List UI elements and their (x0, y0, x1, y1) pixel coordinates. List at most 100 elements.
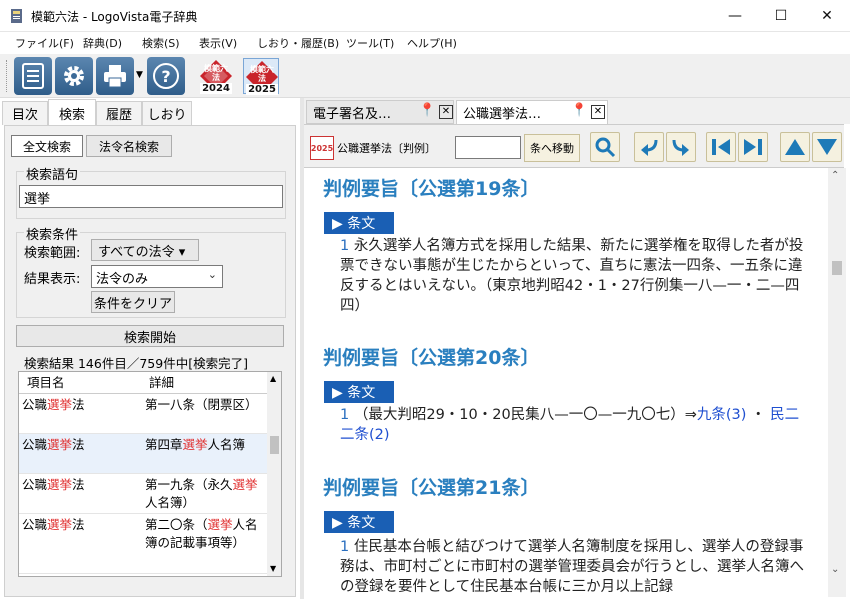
search-start-button[interactable]: 検索開始 (16, 325, 284, 347)
menu-bar: ファイル(F) 辞典(D) 検索(S) 表示(V) しおり・履歴(B) ツール(… (0, 32, 850, 54)
search-scope-dropdown[interactable]: すべての法令 ▾ (91, 239, 199, 261)
printer-icon (104, 65, 126, 88)
paragraph-number: 1 (340, 539, 350, 555)
result-display-label: 結果表示: (24, 272, 81, 287)
book-2025-button[interactable]: 模範六法 2025 (243, 58, 279, 95)
paragraph: 1 住民基本台帳と結びつけて選挙人名簿制度を採用し、選挙人の登録事務は、市町村ご… (340, 537, 810, 597)
tab-document-2-label: 公職選挙法… (463, 107, 542, 122)
skip-previous-icon (712, 139, 730, 155)
book-2024-button[interactable]: 模範六法 2024 (198, 58, 234, 94)
search-icon (595, 137, 616, 158)
row-item-name: 公職選挙法 (22, 437, 85, 452)
help-icon: ? (153, 63, 179, 89)
search-scope-label: 検索範囲: (24, 246, 81, 261)
crossref-link[interactable]: 九条(3) (697, 407, 747, 423)
document-button[interactable] (14, 57, 52, 95)
previous-item-button[interactable] (706, 132, 736, 162)
page-up-button[interactable] (780, 132, 810, 162)
article-jump-input[interactable] (455, 136, 521, 159)
row-item-name: 公職選挙法 (22, 397, 85, 412)
article-text-button[interactable]: ▶ 条文 (324, 212, 394, 234)
row-detail: 第一八条（閉票区） (145, 397, 258, 412)
menu-bookmarks-history[interactable]: しおり・履歴(B) (257, 35, 339, 51)
search-term-input[interactable]: 選挙 (19, 185, 283, 208)
return-right-icon (672, 139, 689, 156)
clear-conditions-button[interactable]: 条件をクリア (91, 291, 175, 313)
section-heading: 判例要旨〔公選第20条〕 (323, 347, 540, 369)
menu-tools[interactable]: ツール(T) (346, 35, 394, 51)
article-jump-button[interactable]: 条へ移動 (524, 134, 580, 162)
table-row[interactable]: 公職選挙法 第二〇条（選挙人名簿の記載事項等） (19, 514, 267, 574)
row-item-name: 公職選挙法 (22, 517, 85, 532)
table-row[interactable]: 公職選挙法 第四章選挙人名簿 (19, 434, 267, 474)
fulltext-search-button[interactable]: 全文検索 (11, 135, 83, 157)
paragraph-number: 1 (340, 238, 350, 254)
help-button[interactable]: ? (147, 57, 185, 95)
menu-dictionary[interactable]: 辞典(D) (83, 35, 122, 51)
scroll-down-icon[interactable]: ⌄ (831, 564, 839, 575)
tab-bookmarks[interactable]: しおり (142, 101, 192, 125)
settings-button[interactable] (55, 57, 93, 95)
row-detail: 第一九条（永久選挙人名簿） (145, 477, 258, 510)
minimize-button[interactable]: — (712, 0, 758, 32)
results-scrollbar[interactable]: ▲ ▼ (267, 372, 281, 576)
forward-button[interactable] (666, 132, 696, 162)
paragraph-text: （最大判昭29・10・20民集八—一〇—一九〇七）⇒ (353, 407, 697, 423)
page-down-button[interactable] (812, 132, 842, 162)
return-left-icon (641, 139, 658, 156)
paragraph-text: 住民基本台帳と結びつけて選挙人名簿制度を採用し、選挙人の登録事務は、市町村ごとに… (340, 539, 804, 595)
tab-document-1[interactable]: 電子署名及… 📍 ✕ (306, 100, 454, 124)
paragraph-number: 1 (340, 407, 350, 423)
result-display-select[interactable]: 法令のみ ⌄ (91, 265, 223, 288)
section-heading: 判例要旨〔公選第19条〕 (323, 178, 540, 200)
document-content: 判例要旨〔公選第19条〕 ▶ 条文 1 永久選挙人名簿方式を採用した結果、新たに… (304, 168, 826, 597)
app-icon (9, 8, 25, 24)
tab-search[interactable]: 検索 (48, 99, 96, 126)
results-scrollbar-thumb[interactable] (270, 436, 279, 454)
arrow-down-icon (817, 139, 837, 155)
back-button[interactable] (634, 132, 664, 162)
maximize-button[interactable]: ☐ (758, 0, 804, 32)
pin-icon[interactable]: 📍 (571, 103, 587, 118)
result-display-value: 法令のみ (96, 272, 149, 287)
gear-icon (64, 66, 84, 86)
scroll-down-icon[interactable]: ▼ (270, 564, 276, 573)
table-row[interactable]: 公職選挙法 第一八条（閉票区） (19, 394, 267, 434)
search-button[interactable] (590, 132, 620, 162)
print-dropdown-icon[interactable]: ▼ (136, 70, 143, 80)
chevron-down-icon: ⌄ (207, 268, 217, 281)
law-book-icon: 2025 (310, 136, 334, 160)
lawname-search-button[interactable]: 法令名検索 (86, 135, 172, 157)
row-detail: 第四章選挙人名簿 (145, 437, 246, 452)
section-heading: 判例要旨〔公選第21条〕 (323, 477, 540, 499)
paragraph-text: 永久選挙人名簿方式を採用した結果、新たに選挙権を取得した者が投票できない事態が生… (340, 238, 804, 314)
menu-help[interactable]: ヘルプ(H) (407, 35, 457, 51)
column-header-detail[interactable]: 詳細 (149, 374, 267, 392)
pin-icon[interactable]: 📍 (419, 103, 435, 118)
menu-view[interactable]: 表示(V) (199, 35, 237, 51)
results-header: 項目名 詳細 (19, 372, 267, 394)
article-text-button[interactable]: ▶ 条文 (324, 511, 394, 533)
close-tab-icon[interactable]: ✕ (591, 105, 605, 119)
print-button[interactable] (96, 57, 134, 95)
column-header-item[interactable]: 項目名 (27, 374, 145, 392)
next-item-button[interactable] (738, 132, 768, 162)
document-toolbar: 2025 公職選挙法〔判例〕 条へ移動 (304, 124, 844, 168)
tab-document-2[interactable]: 公職選挙法… 📍 ✕ (456, 100, 608, 124)
skip-next-icon (744, 139, 762, 155)
tab-history[interactable]: 履歴 (96, 101, 142, 125)
menu-file[interactable]: ファイル(F) (15, 35, 74, 51)
content-scrollbar-thumb[interactable] (832, 261, 842, 275)
scroll-up-icon[interactable]: ▲ (270, 374, 276, 383)
book-2025-year: 2025 (246, 84, 278, 95)
tab-contents[interactable]: 目次 (2, 101, 48, 125)
content-scrollbar[interactable]: ⌃ ⌄ (828, 168, 846, 597)
scroll-up-icon[interactable]: ⌃ (831, 170, 839, 181)
close-button[interactable]: ✕ (804, 0, 850, 32)
article-text-button[interactable]: ▶ 条文 (324, 381, 394, 403)
paragraph: 1 （最大判昭29・10・20民集八—一〇—一九〇七）⇒九条(3) ・ 民二二条… (340, 407, 800, 443)
close-tab-icon[interactable]: ✕ (439, 105, 453, 119)
menu-search[interactable]: 検索(S) (142, 35, 180, 51)
table-row[interactable]: 公職選挙法 第一九条（永久選挙人名簿） (19, 474, 267, 514)
title-bar: 模範六法 - LogoVista電子辞典 — ☐ ✕ (0, 0, 850, 32)
